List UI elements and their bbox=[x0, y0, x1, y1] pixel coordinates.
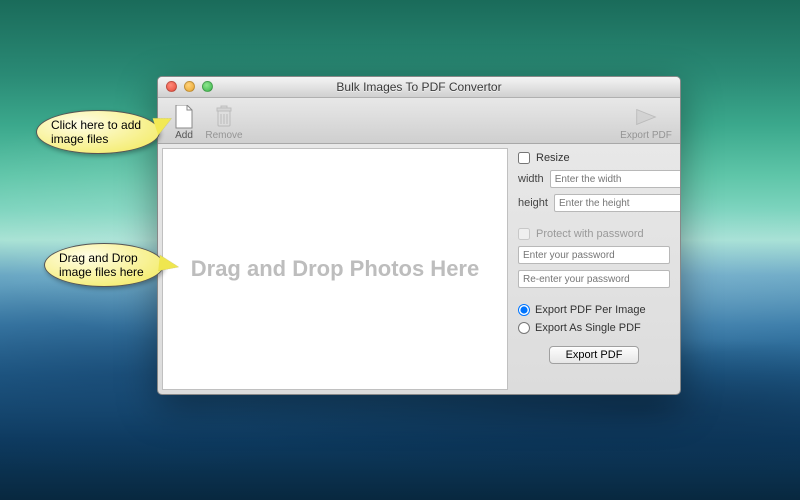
export-pdf-button[interactable]: Export PDF bbox=[618, 104, 674, 141]
password-confirm-input[interactable] bbox=[518, 270, 670, 288]
minimize-icon[interactable] bbox=[184, 81, 195, 92]
callout-drop-hint: Drag and Drop image files here bbox=[44, 243, 164, 287]
close-icon[interactable] bbox=[166, 81, 177, 92]
titlebar: Bulk Images To PDF Convertor bbox=[158, 77, 680, 98]
password-input[interactable] bbox=[518, 246, 670, 264]
height-label: height bbox=[518, 197, 548, 209]
remove-label: Remove bbox=[205, 130, 242, 141]
export-button[interactable]: Export PDF bbox=[549, 346, 640, 364]
export-single-label: Export As Single PDF bbox=[535, 322, 641, 334]
export-per-image-row[interactable]: Export PDF Per Image bbox=[518, 304, 670, 316]
callout-drop-text: Drag and Drop image files here bbox=[59, 251, 149, 279]
callout-tail-icon bbox=[158, 255, 180, 273]
export-per-image-radio[interactable] bbox=[518, 304, 530, 316]
callout-add-text: Click here to add image files bbox=[51, 118, 145, 146]
drop-zone-text: Drag and Drop Photos Here bbox=[191, 254, 479, 284]
window-title: Bulk Images To PDF Convertor bbox=[158, 80, 680, 94]
callout-add-hint: Click here to add image files bbox=[36, 110, 160, 154]
resize-label: Resize bbox=[536, 152, 570, 164]
protect-label: Protect with password bbox=[536, 228, 644, 240]
options-panel: Resize width height Protect with passwor… bbox=[508, 144, 680, 394]
protect-checkbox[interactable] bbox=[518, 228, 530, 240]
export-per-image-label: Export PDF Per Image bbox=[535, 304, 646, 316]
add-label: Add bbox=[175, 130, 193, 141]
export-play-icon bbox=[633, 104, 659, 130]
document-add-icon bbox=[171, 104, 197, 130]
protect-row: Protect with password bbox=[518, 228, 670, 240]
drop-zone[interactable]: Drag and Drop Photos Here bbox=[162, 148, 508, 390]
resize-checkbox[interactable] bbox=[518, 152, 530, 164]
trash-icon bbox=[211, 104, 237, 130]
remove-button[interactable]: Remove bbox=[204, 104, 244, 141]
content-area: Drag and Drop Photos Here Resize width h… bbox=[158, 144, 680, 394]
zoom-icon[interactable] bbox=[202, 81, 213, 92]
export-single-row[interactable]: Export As Single PDF bbox=[518, 322, 670, 334]
toolbar: Add Remove Export PDF bbox=[158, 98, 680, 144]
export-single-radio[interactable] bbox=[518, 322, 530, 334]
height-input[interactable] bbox=[554, 194, 681, 212]
width-input[interactable] bbox=[550, 170, 681, 188]
width-label: width bbox=[518, 173, 544, 185]
app-window: Bulk Images To PDF Convertor Add bbox=[157, 76, 681, 395]
export-pdf-label: Export PDF bbox=[620, 130, 672, 141]
window-controls bbox=[166, 81, 213, 92]
resize-row: Resize bbox=[518, 152, 670, 164]
